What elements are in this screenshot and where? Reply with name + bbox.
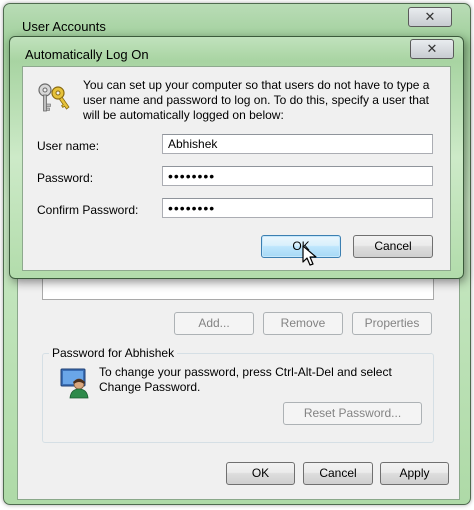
user-icon — [60, 368, 89, 399]
password-group-label: Password for Abhishek — [49, 346, 178, 360]
mouse-cursor-icon — [302, 245, 317, 266]
cancel-button[interactable]: Cancel — [303, 462, 373, 485]
dialog-title: Automatically Log On — [25, 47, 149, 62]
window-title: User Accounts — [22, 19, 106, 34]
dialog-close-button[interactable]: ✕ — [410, 39, 454, 59]
auto-logon-dialog: Automatically Log On ✕ You can set up yo… — [9, 36, 464, 279]
reset-password-button[interactable]: Reset Password... — [283, 402, 422, 425]
apply-button[interactable]: Apply — [380, 462, 449, 485]
user-name-label: User name: — [37, 139, 100, 153]
change-password-text: To change your password, press Ctrl-Alt-… — [99, 365, 392, 394]
close-icon: ✕ — [424, 9, 436, 24]
keys-icon — [38, 83, 70, 112]
user-name-field[interactable]: Abhishek — [162, 134, 433, 154]
add-user-button[interactable]: Add... — [174, 312, 254, 335]
confirm-password-field[interactable]: •••••••• — [162, 198, 433, 218]
properties-button[interactable]: Properties — [352, 312, 432, 335]
confirm-password-label: Confirm Password: — [37, 203, 139, 217]
close-icon: ✕ — [426, 41, 438, 56]
ok-button[interactable]: OK — [226, 462, 295, 485]
password-field[interactable]: •••••••• — [162, 166, 433, 186]
remove-user-button[interactable]: Remove — [263, 312, 343, 335]
intro-text: You can set up your computer so that use… — [83, 78, 430, 122]
window-close-button[interactable]: ✕ — [408, 7, 452, 27]
password-label: Password: — [37, 171, 94, 185]
dialog-ok-button[interactable]: OK — [261, 235, 341, 258]
dialog-client-area: You can set up your computer so that use… — [22, 66, 451, 271]
dialog-cancel-button[interactable]: Cancel — [353, 235, 433, 258]
